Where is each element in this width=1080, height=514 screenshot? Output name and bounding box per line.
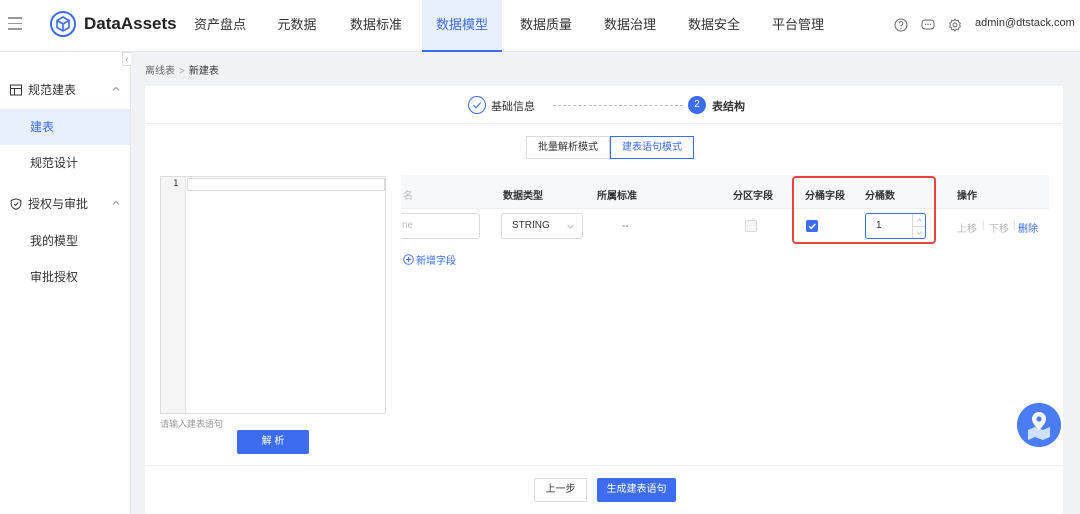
brand-name[interactable]: DataAssets <box>84 14 177 34</box>
nav-data-model[interactable]: 数据模型 <box>422 0 502 52</box>
nav-data-quality[interactable]: 数据质量 <box>510 0 582 52</box>
field-table-header: 名 数据类型 所属标准 分区字段 分桶字段 分桶数 操作 <box>401 175 1049 209</box>
shield-icon <box>10 197 22 210</box>
standard-value: -- <box>622 221 629 232</box>
field-name-input[interactable]: ne <box>401 213 480 239</box>
ddl-mode-button[interactable]: 建表语句模式 <box>610 136 694 159</box>
steps-bar: 基础信息 2 表结构 <box>145 86 1063 124</box>
move-down-link[interactable]: 下移 <box>989 220 1009 235</box>
chevron-up-icon[interactable] <box>112 199 120 207</box>
batch-parse-mode-button[interactable]: 批量解析模式 <box>526 136 610 159</box>
generate-ddl-button[interactable]: 生成建表语句 <box>597 478 676 502</box>
col-partition: 分区字段 <box>733 191 773 202</box>
line-number: 1 <box>173 179 179 189</box>
editor-gutter <box>161 177 186 413</box>
sidebar-group-standard-table[interactable]: 规范建表 <box>10 81 76 98</box>
delete-link[interactable]: 删除 <box>1018 220 1038 235</box>
sidebar-item-my-models[interactable]: 我的模型 <box>0 223 130 259</box>
op-separator: | <box>1013 220 1016 231</box>
breadcrumb-separator: > <box>179 66 185 77</box>
menu-toggle-icon[interactable] <box>8 17 22 31</box>
editor-current-line[interactable] <box>187 178 385 191</box>
nav-metadata[interactable]: 元数据 <box>266 0 328 52</box>
data-type-select[interactable]: STRING <box>501 213 583 239</box>
nav-platform-admin[interactable]: 平台管理 <box>762 0 834 52</box>
breadcrumb: 离线表 > 新建表 <box>145 62 219 77</box>
col-operations: 操作 <box>957 191 977 202</box>
breadcrumb-current: 新建表 <box>188 66 219 77</box>
assistant-fab-icon[interactable] <box>1017 403 1061 447</box>
step-connector <box>553 105 683 106</box>
sidebar-collapse-button[interactable]: ‹ <box>122 52 131 66</box>
op-separator: | <box>982 220 985 231</box>
data-type-value: STRING <box>512 220 550 231</box>
sidebar-item-approval[interactable]: 审批授权 <box>0 259 130 295</box>
chevron-down-icon <box>567 224 574 229</box>
parse-button[interactable]: 解 析 <box>237 430 309 454</box>
help-icon[interactable] <box>894 18 908 32</box>
sidebar-group-authorization[interactable]: 授权与审批 <box>10 195 88 212</box>
breadcrumb-parent[interactable]: 离线表 <box>145 66 175 77</box>
table-grid-icon <box>10 84 22 95</box>
move-up-link[interactable]: 上移 <box>957 220 977 235</box>
nav-data-security[interactable]: 数据安全 <box>678 0 750 52</box>
plus-circle-icon <box>403 254 414 265</box>
add-field-label: 新增字段 <box>416 256 456 267</box>
step-basic-info: 基础信息 <box>491 101 535 113</box>
step-complete-check-icon <box>468 96 486 114</box>
annotation-highlight-box <box>792 176 936 244</box>
sql-editor[interactable]: 1 <box>160 176 386 414</box>
top-nav-bar: DataAssets 资产盘点 元数据 数据标准 数据模型 数据质量 数据治理 … <box>0 0 1080 52</box>
add-field-link[interactable]: 新增字段 <box>403 252 456 267</box>
logo-icon <box>50 11 76 37</box>
message-icon[interactable] <box>921 18 935 32</box>
editor-placeholder-hint: 请输入建表语句 <box>160 419 224 429</box>
col-data-type: 数据类型 <box>503 191 543 202</box>
step-number-badge: 2 <box>688 96 706 114</box>
prev-step-button[interactable]: 上一步 <box>534 478 587 502</box>
sidebar-item-standard-design[interactable]: 规范设计 <box>0 145 130 181</box>
step-table-structure: 表结构 <box>712 101 745 113</box>
chevron-up-icon[interactable] <box>112 85 120 93</box>
partition-checkbox[interactable] <box>745 220 757 232</box>
settings-icon[interactable] <box>948 18 962 32</box>
user-account[interactable]: admin@dtstack.com <box>975 17 1075 29</box>
sidebar-group-label: 授权与审批 <box>28 197 89 211</box>
nav-asset-inventory[interactable]: 资产盘点 <box>184 0 256 52</box>
mode-switch: 批量解析模式 建表语句模式 <box>526 136 694 159</box>
nav-data-standard[interactable]: 数据标准 <box>340 0 412 52</box>
sidebar-group-label: 规范建表 <box>28 83 77 97</box>
nav-data-governance[interactable]: 数据治理 <box>594 0 666 52</box>
sidebar-item-create-table[interactable]: 建表 <box>0 109 130 145</box>
col-standard: 所属标准 <box>597 191 637 202</box>
col-field-name: 名 <box>403 191 413 202</box>
